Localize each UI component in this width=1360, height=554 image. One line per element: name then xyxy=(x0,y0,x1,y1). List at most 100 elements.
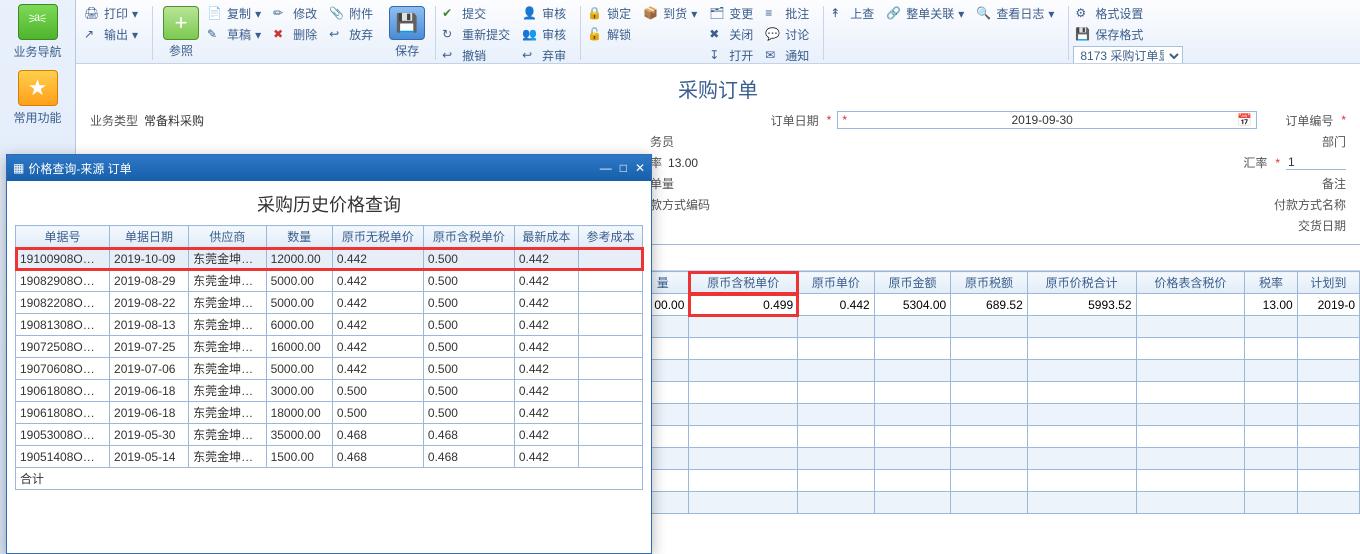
open-button[interactable]: 打开 xyxy=(707,46,755,64)
price-cell[interactable]: 2019-06-18 xyxy=(110,380,189,402)
price-cell[interactable]: 0.500 xyxy=(423,380,514,402)
price-cell[interactable]: 2019-06-18 xyxy=(110,402,189,424)
grid-cell[interactable] xyxy=(798,338,875,360)
price-row[interactable]: 19061808O…2019-06-18东莞金坤…3000.000.5000.5… xyxy=(16,380,643,402)
grid-cell[interactable] xyxy=(874,316,951,338)
price-col-header[interactable]: 数量 xyxy=(266,226,332,248)
copy-button[interactable]: 复制 ▾ xyxy=(205,4,263,23)
price-row[interactable]: 19081308O…2019-08-13东莞金坤…6000.000.4420.5… xyxy=(16,314,643,336)
grid-cell[interactable] xyxy=(874,470,951,492)
grid-col-header[interactable]: 税率 xyxy=(1245,272,1297,294)
revoke-button[interactable]: 放弃 xyxy=(327,25,375,44)
price-cell[interactable]: 0.500 xyxy=(423,402,514,424)
price-cell[interactable]: 东莞金坤… xyxy=(189,402,267,424)
grid-cell[interactable] xyxy=(1136,338,1245,360)
price-cell[interactable]: 0.442 xyxy=(514,292,578,314)
grid-cell[interactable] xyxy=(798,448,875,470)
fmtset-button[interactable]: 格式设置 xyxy=(1073,4,1183,23)
price-cell[interactable]: 16000.00 xyxy=(266,336,332,358)
grid-cell[interactable] xyxy=(689,404,798,426)
price-cell[interactable]: 35000.00 xyxy=(266,424,332,446)
grid-col-header[interactable]: 价格表含税价 xyxy=(1136,272,1245,294)
grid-cell[interactable] xyxy=(1245,316,1297,338)
price-col-header[interactable]: 最新成本 xyxy=(514,226,578,248)
grid-cell[interactable] xyxy=(689,382,798,404)
grid-cell[interactable] xyxy=(1027,360,1136,382)
price-cell[interactable] xyxy=(578,380,642,402)
grid-cell[interactable] xyxy=(1027,426,1136,448)
grid-cell[interactable] xyxy=(798,404,875,426)
main-grid-table[interactable]: 量原币含税单价原币单价原币金额原币税额原币价税合计价格表含税价税率计划到 00.… xyxy=(636,271,1360,514)
grid-cell[interactable] xyxy=(1297,316,1359,338)
lock-button[interactable]: 锁定 xyxy=(585,4,633,23)
grid-cell[interactable] xyxy=(1136,492,1245,514)
price-cell[interactable]: 0.500 xyxy=(423,292,514,314)
grid-cell[interactable] xyxy=(874,360,951,382)
grid-cell[interactable] xyxy=(798,426,875,448)
grid-cell[interactable] xyxy=(1027,470,1136,492)
price-cell[interactable]: 东莞金坤… xyxy=(189,358,267,380)
price-cell[interactable] xyxy=(578,270,642,292)
price-cell[interactable]: 6000.00 xyxy=(266,314,332,336)
grid-cell[interactable] xyxy=(1027,338,1136,360)
price-cell[interactable]: 0.442 xyxy=(514,424,578,446)
price-cell[interactable]: 0.468 xyxy=(332,446,423,468)
assoc-button[interactable]: 整单关联 ▾ xyxy=(884,4,966,23)
price-row[interactable]: 19072508O…2019-07-25东莞金坤…16000.000.4420.… xyxy=(16,336,643,358)
grid-cell[interactable] xyxy=(798,492,875,514)
price-cell[interactable]: 东莞金坤… xyxy=(189,314,267,336)
price-cell[interactable]: 0.442 xyxy=(514,314,578,336)
price-cell[interactable]: 19070608O… xyxy=(16,358,110,380)
format-select[interactable]: 8173 采购订单显… xyxy=(1073,46,1183,64)
price-cell[interactable] xyxy=(578,248,642,270)
commit-button[interactable]: 提交 xyxy=(440,4,512,23)
grid-cell[interactable]: 5304.00 xyxy=(874,294,951,316)
attach-button[interactable]: 附件 xyxy=(327,4,375,23)
grid-cell[interactable] xyxy=(1245,426,1297,448)
sidebar-item-fav[interactable]: 常用功能 xyxy=(0,66,75,132)
grid-cell[interactable] xyxy=(1027,316,1136,338)
price-cell[interactable]: 0.442 xyxy=(514,446,578,468)
price-cell[interactable]: 3000.00 xyxy=(266,380,332,402)
price-col-header[interactable]: 参考成本 xyxy=(578,226,642,248)
dialog-minimize-button[interactable]: — xyxy=(600,161,612,175)
price-cell[interactable]: 2019-05-14 xyxy=(110,446,189,468)
price-cell[interactable]: 2019-08-22 xyxy=(110,292,189,314)
price-cell[interactable]: 0.468 xyxy=(423,446,514,468)
grid-cell[interactable] xyxy=(1245,470,1297,492)
price-cell[interactable]: 2019-10-09 xyxy=(110,248,189,270)
price-cell[interactable]: 2019-07-25 xyxy=(110,336,189,358)
grid-cell[interactable] xyxy=(951,448,1028,470)
grid-cell[interactable] xyxy=(1245,404,1297,426)
price-cell[interactable]: 0.468 xyxy=(332,424,423,446)
price-col-header[interactable]: 供应商 xyxy=(189,226,267,248)
price-cell[interactable]: 东莞金坤… xyxy=(189,336,267,358)
price-cell[interactable]: 18000.00 xyxy=(266,402,332,424)
exrate-value[interactable]: 1 xyxy=(1286,155,1346,170)
grid-cell[interactable] xyxy=(1136,382,1245,404)
price-cell[interactable] xyxy=(578,336,642,358)
withdraw-button[interactable]: 撤销 xyxy=(440,46,512,64)
grid-cell[interactable] xyxy=(1245,448,1297,470)
price-cell[interactable] xyxy=(578,446,642,468)
price-col-header[interactable]: 单据号 xyxy=(16,226,110,248)
grid-cell[interactable] xyxy=(1297,338,1359,360)
price-cell[interactable]: 2019-05-30 xyxy=(110,424,189,446)
grid-cell[interactable] xyxy=(951,404,1028,426)
export-button[interactable]: 输出 ▾ xyxy=(82,25,140,44)
price-cell[interactable] xyxy=(578,314,642,336)
grid-cell[interactable] xyxy=(1027,404,1136,426)
upquery-button[interactable]: 上查 xyxy=(828,4,876,23)
price-cell[interactable]: 0.442 xyxy=(514,270,578,292)
price-cell[interactable]: 0.442 xyxy=(332,358,423,380)
grid-col-header[interactable]: 原币金额 xyxy=(874,272,951,294)
price-cell[interactable]: 0.442 xyxy=(514,358,578,380)
grid-cell[interactable] xyxy=(874,338,951,360)
grid-col-header[interactable]: 原币价税合计 xyxy=(1027,272,1136,294)
price-cell[interactable]: 0.442 xyxy=(332,248,423,270)
price-cell[interactable] xyxy=(578,402,642,424)
orderdate-input[interactable]: *2019-09-30 xyxy=(837,111,1257,129)
grid-cell[interactable] xyxy=(951,316,1028,338)
grid-cell[interactable] xyxy=(689,448,798,470)
price-cell[interactable]: 12000.00 xyxy=(266,248,332,270)
